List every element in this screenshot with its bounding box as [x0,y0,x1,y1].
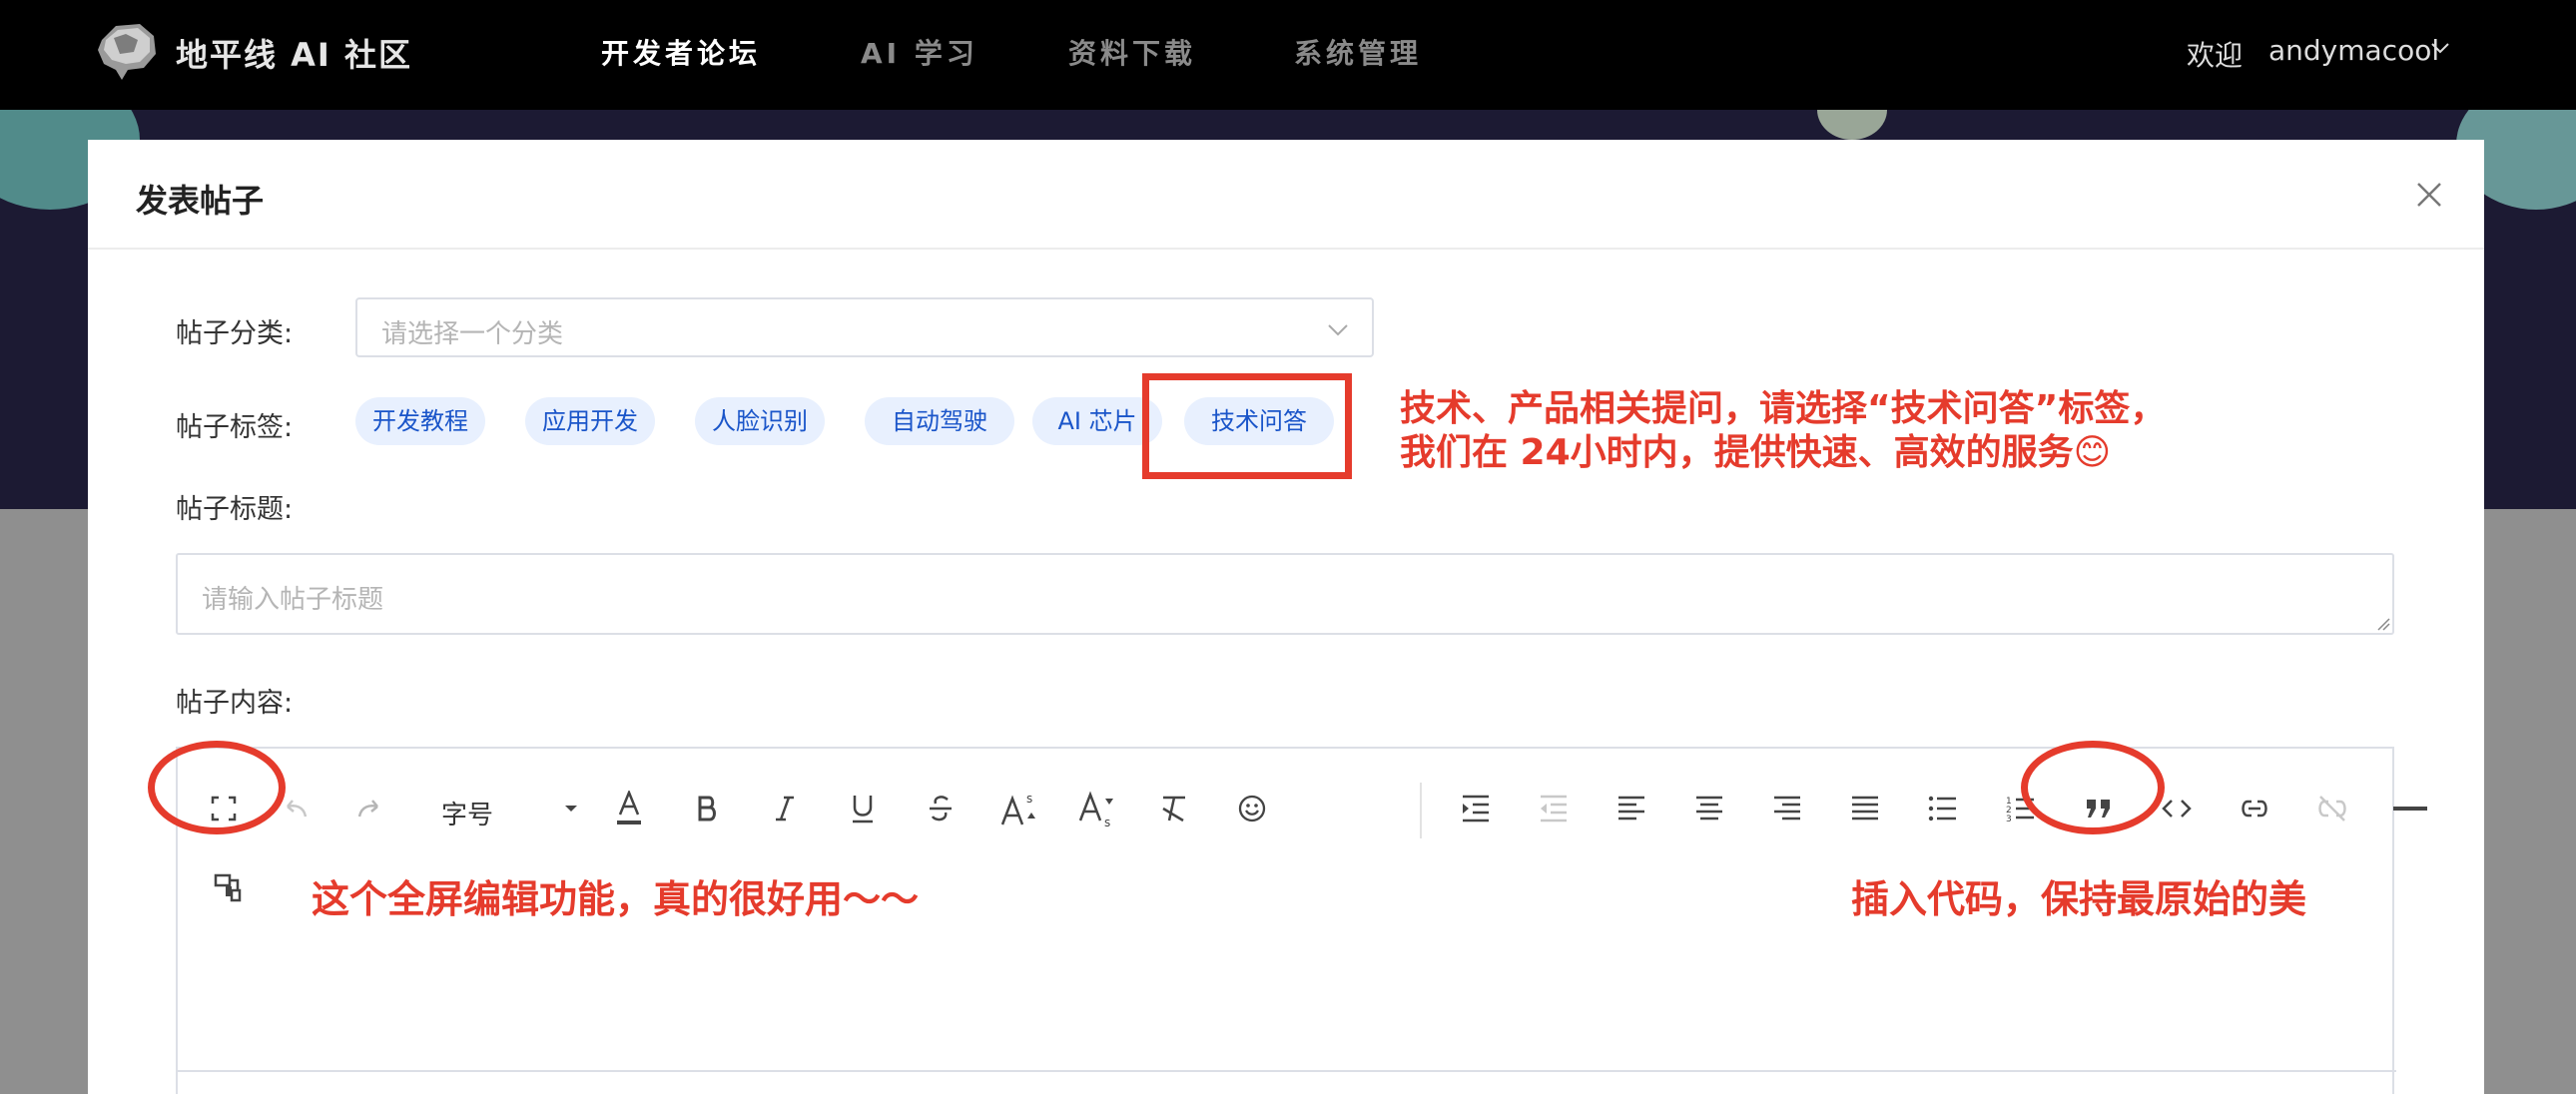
top-nav-bar: 地平线 AI 社区 开发者论坛 AI 学习 资料下载 系统管理 欢迎 andym… [0,0,2576,110]
svg-text:s: s [1104,816,1110,828]
underline-icon[interactable] [843,789,883,828]
font-color-icon[interactable] [609,787,649,830]
link-icon[interactable] [2235,789,2274,828]
toolbar-divider [178,1070,2396,1072]
align-right-icon[interactable] [1767,789,1807,828]
resize-handle-icon[interactable] [2376,617,2390,631]
outdent-icon[interactable] [1534,789,1574,828]
bold-icon[interactable] [687,789,727,828]
subscript-icon[interactable]: s [1076,785,1120,832]
caret-down-icon[interactable] [559,797,583,820]
indent-icon[interactable] [1456,789,1496,828]
nav-developer-forum[interactable]: 开发者论坛 [601,32,761,72]
category-select[interactable]: 请选择一个分类 [355,297,1374,357]
tag-autonomous-driving[interactable]: 自动驾驶 [865,397,1014,445]
font-size-select[interactable]: 字号 [441,795,493,831]
superscript-icon[interactable]: s [998,785,1042,832]
nav-ai-learning[interactable]: AI 学习 [861,32,978,72]
post-title-input[interactable]: 请输入帖子标题 [176,553,2394,635]
tag-face-recognition[interactable]: 人脸识别 [695,397,825,445]
strikethrough-icon[interactable] [921,789,961,828]
post-dialog: 发表帖子 帖子分类: 请选择一个分类 帖子标签: 开发教程 应用开发 人脸识别 … [88,140,2484,1094]
redo-icon[interactable] [349,789,389,828]
toolbar-separator [1420,783,1422,838]
align-left-icon[interactable] [1611,789,1651,828]
code-note: 插入代码，保持最原始的美 [1851,877,2307,921]
dialog-title: 发表帖子 [136,182,265,220]
svg-text:s: s [1026,792,1032,806]
tag-app-dev[interactable]: 应用开发 [525,397,655,445]
post-content-label: 帖子内容: [176,688,294,719]
fullscreen-highlight-ellipse [148,741,286,834]
code-highlight-ellipse [2021,741,2165,834]
align-justify-icon[interactable] [1845,789,1885,828]
brand-name[interactable]: 地平线 AI 社区 [176,30,412,76]
fullscreen-note: 这个全屏编辑功能，真的很好用～～ [312,877,920,921]
category-label: 帖子分类: [176,318,294,349]
banner-decoration [1817,110,1887,140]
tag-dev-tutorial[interactable]: 开发教程 [355,397,485,445]
brain-logo-icon[interactable] [92,18,162,84]
tags-label: 帖子标签: [176,412,294,443]
emoji-icon[interactable] [1232,789,1272,828]
close-icon[interactable] [2414,180,2444,210]
horizontal-rule-icon[interactable] [2390,789,2430,828]
format-painter-icon[interactable] [208,868,248,908]
chevron-down-icon[interactable] [2428,36,2452,60]
tech-qa-highlight-box [1142,373,1352,479]
user-menu[interactable]: andymacool [2268,34,2439,67]
dialog-divider [88,248,2484,250]
bullet-list-icon[interactable] [1923,789,1963,828]
svg-text:3: 3 [2006,815,2012,822]
clear-format-icon[interactable] [1154,789,1194,828]
chevron-down-icon [1328,324,1348,336]
nav-downloads[interactable]: 资料下载 [1068,32,1196,72]
post-title-label: 帖子标题: [176,494,294,525]
tag-note-line2: 我们在 24小时内，提供快速、高效的服务😊 [1400,432,2112,473]
category-placeholder: 请选择一个分类 [381,319,564,349]
post-title-placeholder: 请输入帖子标题 [202,585,384,615]
nav-system-admin[interactable]: 系统管理 [1294,32,1422,72]
welcome-text: 欢迎 [2187,39,2244,72]
align-center-icon[interactable] [1689,789,1729,828]
italic-icon[interactable] [765,789,805,828]
unlink-icon[interactable] [2312,789,2352,828]
